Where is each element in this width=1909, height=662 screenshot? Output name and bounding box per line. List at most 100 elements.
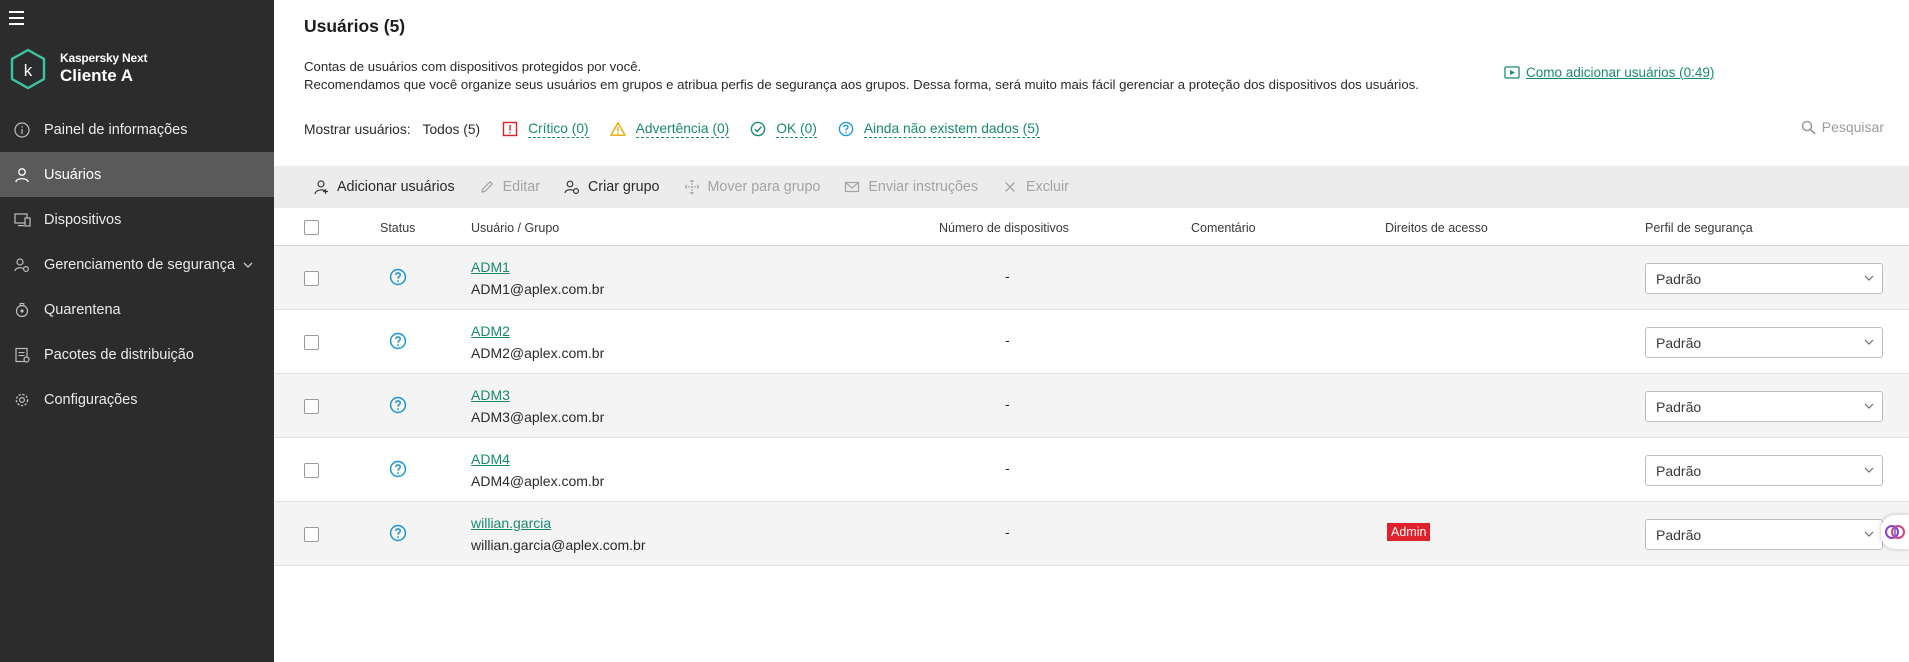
security-profile-select[interactable]: Padrão — [1645, 391, 1883, 422]
delete-button[interactable]: Excluir — [1002, 179, 1069, 195]
filter-ok[interactable]: OK (0) — [750, 121, 817, 138]
user-email: ADM3@aplex.com.br — [471, 409, 605, 425]
row-checkbox[interactable] — [304, 399, 319, 414]
sidebar-item-packages[interactable]: Pacotes de distribuição — [0, 332, 274, 377]
chevron-down-icon — [1864, 467, 1874, 473]
row-checkbox[interactable] — [304, 335, 319, 350]
question-circle-icon — [838, 121, 854, 137]
add-users-label: Adicionar usuários — [337, 179, 455, 195]
filter-warning[interactable]: Advertência (0) — [609, 120, 730, 138]
row-checkbox[interactable] — [304, 271, 319, 286]
user-name-link[interactable]: ADM3 — [471, 387, 510, 403]
header-devices: Número de dispositivos — [939, 221, 1069, 235]
select-all-checkbox[interactable] — [304, 220, 319, 235]
filter-ok-label: OK (0) — [776, 120, 817, 138]
packages-icon — [13, 346, 31, 364]
send-instructions-label: Enviar instruções — [868, 179, 979, 195]
move-to-group-label: Mover para grupo — [707, 179, 821, 195]
chevron-down-icon — [1864, 403, 1874, 409]
move-to-group-button[interactable]: Mover para grupo — [683, 179, 821, 195]
sidebar-item-label: Painel de informações — [44, 121, 188, 138]
security-profile-select[interactable]: Padrão — [1645, 327, 1883, 358]
table-row[interactable]: ADM3 ADM3@aplex.com.br - Padrão — [274, 374, 1909, 438]
device-count: - — [1005, 332, 1010, 348]
filter-no-data[interactable]: Ainda não existem dados (5) — [838, 121, 1040, 138]
header-user: Usuário / Grupo — [471, 221, 560, 235]
user-filters: Mostrar usuários: Todos (5) Crítico (0) … — [304, 119, 1061, 139]
security-profile-value: Padrão — [1656, 399, 1702, 415]
description-line-1: Contas de usuários com dispositivos prot… — [304, 59, 642, 74]
group-icon — [564, 180, 579, 195]
sidebar-item-quarantine[interactable]: Quarentena — [0, 287, 274, 332]
close-icon — [1005, 182, 1015, 192]
table-row[interactable]: ADM1 ADM1@aplex.com.br - Padrão — [274, 246, 1909, 310]
app-window: k Kaspersky Next Cliente A Painel de inf… — [0, 0, 1909, 662]
chevron-down-icon — [1864, 531, 1874, 537]
table-row[interactable]: willian.garcia willian.garcia@aplex.com.… — [274, 502, 1909, 566]
security-profile-value: Padrão — [1656, 335, 1702, 351]
filter-no-data-label: Ainda não existem dados (5) — [863, 120, 1040, 138]
sidebar-item-label: Quarentena — [44, 301, 121, 318]
brand: k Kaspersky Next Cliente A — [10, 48, 147, 90]
sidebar-item-settings[interactable]: Configurações — [0, 377, 274, 422]
pencil-icon — [480, 180, 493, 193]
sidebar-item-devices[interactable]: Dispositivos — [0, 197, 274, 242]
table-row[interactable]: ADM4 ADM4@aplex.com.br - Padrão — [274, 438, 1909, 502]
user-icon — [13, 166, 31, 184]
user-email: ADM4@aplex.com.br — [471, 473, 605, 489]
sidebar-item-security-management[interactable]: Gerenciamento de segurança — [0, 242, 274, 287]
security-profile-value: Padrão — [1656, 527, 1702, 543]
howto-link-label: Como adicionar usuários (0:49) — [1526, 65, 1715, 80]
search-button[interactable]: Pesquisar — [1801, 119, 1884, 135]
chevron-down-icon — [1864, 275, 1874, 281]
edit-button[interactable]: Editar — [479, 179, 540, 195]
brand-client: Cliente A — [60, 66, 134, 86]
move-icon — [683, 179, 700, 195]
user-name-link[interactable]: willian.garcia — [471, 515, 551, 531]
filter-critical[interactable]: Crítico (0) — [502, 121, 589, 138]
create-group-button[interactable]: Criar grupo — [564, 179, 660, 195]
user-name-link[interactable]: ADM2 — [471, 323, 510, 339]
row-checkbox[interactable] — [304, 463, 319, 478]
gear-icon — [13, 391, 31, 409]
sidebar-item-label: Configurações — [44, 391, 138, 408]
filter-all[interactable]: Todos (5) — [423, 122, 481, 137]
sidebar-nav: Painel de informações Usuários Dispositi… — [0, 107, 274, 422]
security-management-icon — [13, 256, 31, 274]
user-name-link[interactable]: ADM4 — [471, 451, 510, 467]
table-header: Status Usuário / Grupo Número de disposi… — [274, 208, 1909, 246]
filters-label: Mostrar usuários: — [304, 121, 411, 137]
main-content: Usuários (5) Contas de usuários com disp… — [274, 0, 1909, 662]
quarantine-icon — [13, 301, 31, 319]
security-profile-select[interactable]: Padrão — [1645, 263, 1883, 294]
users-table-body: ADM1 ADM1@aplex.com.br - Padrão ADM2 ADM… — [274, 246, 1909, 566]
row-checkbox[interactable] — [304, 527, 319, 542]
header-comment: Comentário — [1191, 221, 1256, 235]
video-icon — [1504, 66, 1520, 79]
send-instructions-button[interactable]: Enviar instruções — [844, 179, 978, 195]
user-email: willian.garcia@aplex.com.br — [471, 537, 646, 553]
menu-icon[interactable] — [9, 11, 24, 26]
sidebar-item-dashboard[interactable]: Painel de informações — [0, 107, 274, 152]
header-profile: Perfil de segurança — [1645, 221, 1753, 235]
add-users-button[interactable]: Adicionar usuários — [313, 179, 455, 195]
sidebar-item-label: Pacotes de distribuição — [44, 346, 194, 363]
filter-warning-label: Advertência (0) — [635, 120, 730, 138]
user-email: ADM1@aplex.com.br — [471, 281, 605, 297]
brand-product: Kaspersky Next — [60, 51, 148, 66]
warning-icon — [609, 122, 626, 136]
delete-label: Excluir — [1026, 179, 1069, 195]
sidebar-item-users[interactable]: Usuários — [0, 152, 274, 197]
security-profile-select[interactable]: Padrão — [1645, 455, 1883, 486]
device-count: - — [1005, 396, 1010, 412]
assistant-button[interactable] — [1881, 515, 1909, 549]
user-name-link[interactable]: ADM1 — [471, 259, 510, 275]
table-row[interactable]: ADM2 ADM2@aplex.com.br - Padrão — [274, 310, 1909, 374]
toolbar: Adicionar usuários Editar Criar grupo Mo… — [274, 166, 1909, 208]
question-circle-icon — [389, 268, 407, 286]
security-profile-value: Padrão — [1656, 271, 1702, 287]
kaspersky-logo-icon: k — [10, 48, 46, 90]
security-profile-select[interactable]: Padrão — [1645, 519, 1883, 550]
howto-video-link[interactable]: Como adicionar usuários (0:49) — [1504, 65, 1714, 80]
search-icon — [1801, 120, 1816, 135]
